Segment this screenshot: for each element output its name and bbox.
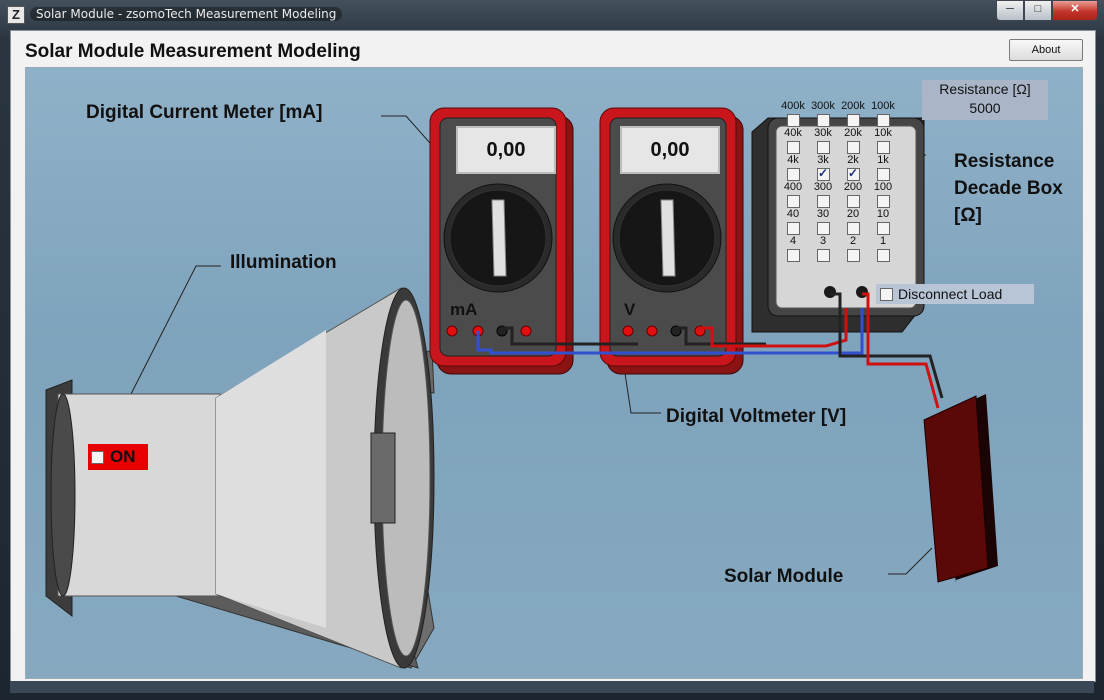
decade-checkbox[interactable] <box>817 222 830 235</box>
decade-label: 100 <box>873 181 893 193</box>
decade-label: 100k <box>871 100 895 112</box>
decade-checkbox[interactable] <box>877 249 890 262</box>
maximize-button[interactable]: □ <box>1024 0 1052 21</box>
decade-checkbox[interactable] <box>847 222 860 235</box>
disconnect-load-checkbox[interactable] <box>880 288 893 301</box>
decade-checkbox[interactable] <box>847 114 860 127</box>
measurement-stage: Digital Current Meter [mA] Illumination … <box>25 67 1083 679</box>
decade-label: 1 <box>879 235 887 247</box>
window-title: Solar Module - zsomoTech Measurement Mod… <box>30 7 343 21</box>
decade-checkbox[interactable] <box>817 141 830 154</box>
decade-checkbox[interactable] <box>877 141 890 154</box>
decade-checkbox[interactable] <box>817 166 830 181</box>
decade-label: 40k <box>784 127 802 139</box>
decade-checkbox[interactable] <box>787 141 800 154</box>
decade-label: 1k <box>877 154 889 166</box>
lamp-cylinder-rim <box>50 393 76 597</box>
decade-checkbox[interactable] <box>787 114 800 127</box>
callout-resistance-box: Resistance Decade Box [Ω] <box>954 151 1063 226</box>
decade-label: 20 <box>846 208 860 220</box>
decade-checkbox[interactable] <box>847 141 860 154</box>
resistance-readout: Resistance [Ω] 5000 <box>922 80 1048 120</box>
decade-label: 3k <box>817 154 829 166</box>
decade-checkbox[interactable] <box>847 166 860 181</box>
decade-label: 3 <box>819 235 827 247</box>
decade-checkbox[interactable] <box>847 195 860 208</box>
lamp-cylinder <box>57 393 221 597</box>
app-icon: Z <box>7 6 25 24</box>
decade-checkbox[interactable] <box>817 249 830 262</box>
decade-checkbox[interactable] <box>877 195 890 208</box>
decade-label: 20k <box>844 127 862 139</box>
callout-solar-module: Solar Module <box>724 566 844 587</box>
resistance-value: 5000 <box>969 100 1001 116</box>
illumination-switch-label: ON <box>110 447 136 466</box>
ammeter-unit: mA <box>450 300 478 319</box>
page-title: Solar Module Measurement Modeling <box>25 41 361 62</box>
voltmeter-unit: V <box>624 300 636 319</box>
decade-label: 300 <box>813 181 833 193</box>
title-bar[interactable]: Z Solar Module - zsomoTech Measurement M… <box>0 0 1104 30</box>
decade-checkbox[interactable] <box>817 114 830 127</box>
window-controls: ─ □ ✕ <box>996 0 1098 21</box>
callout-current-meter: Digital Current Meter [mA] <box>86 102 323 123</box>
app-window: Z Solar Module - zsomoTech Measurement M… <box>0 0 1104 700</box>
decade-checkbox[interactable] <box>847 249 860 262</box>
decade-label: 400 <box>783 181 803 193</box>
decade-checkbox[interactable] <box>877 114 890 127</box>
about-button[interactable]: About <box>1009 39 1083 61</box>
illumination-checkbox[interactable] <box>91 451 104 464</box>
window-bottom-border <box>10 681 1094 693</box>
ammeter-display: 0,00 <box>456 126 556 174</box>
minimize-button[interactable]: ─ <box>996 0 1024 21</box>
voltmeter-display: 0,00 <box>620 126 720 174</box>
decade-checkbox[interactable] <box>787 195 800 208</box>
disconnect-load-toggle[interactable]: Disconnect Load <box>876 284 1034 304</box>
decade-label: 30k <box>814 127 832 139</box>
decade-label: 4k <box>787 154 799 166</box>
decade-checkbox[interactable] <box>877 222 890 235</box>
decade-checkbox[interactable] <box>787 168 800 181</box>
disconnect-load-label: Disconnect Load <box>898 286 1003 302</box>
close-button[interactable]: ✕ <box>1052 0 1098 21</box>
decade-label: 40 <box>786 208 800 220</box>
decade-label: 300k <box>811 100 835 112</box>
decade-label: 4 <box>789 235 797 247</box>
decade-label: 30 <box>816 208 830 220</box>
callout-voltmeter: Digital Voltmeter [V] <box>666 406 847 427</box>
decade-label: 2k <box>847 154 859 166</box>
decade-checkbox[interactable] <box>787 222 800 235</box>
resistance-label: Resistance [Ω] <box>939 81 1031 97</box>
decade-label: 10k <box>874 127 892 139</box>
client-area: Solar Module Measurement Modeling About <box>10 30 1096 682</box>
decade-label: 200 <box>843 181 863 193</box>
lamp-bulb-socket <box>370 432 396 524</box>
decade-checkbox[interactable] <box>787 249 800 262</box>
illumination-switch[interactable]: ON <box>88 444 148 470</box>
decade-label: 200k <box>841 100 865 112</box>
decade-label: 2 <box>849 235 857 247</box>
decade-checkbox[interactable] <box>877 168 890 181</box>
decade-checkbox[interactable] <box>817 195 830 208</box>
decade-label: 400k <box>781 100 805 112</box>
solar-module-panel <box>923 394 998 583</box>
decade-label: 10 <box>876 208 890 220</box>
callout-illumination: Illumination <box>230 252 337 273</box>
